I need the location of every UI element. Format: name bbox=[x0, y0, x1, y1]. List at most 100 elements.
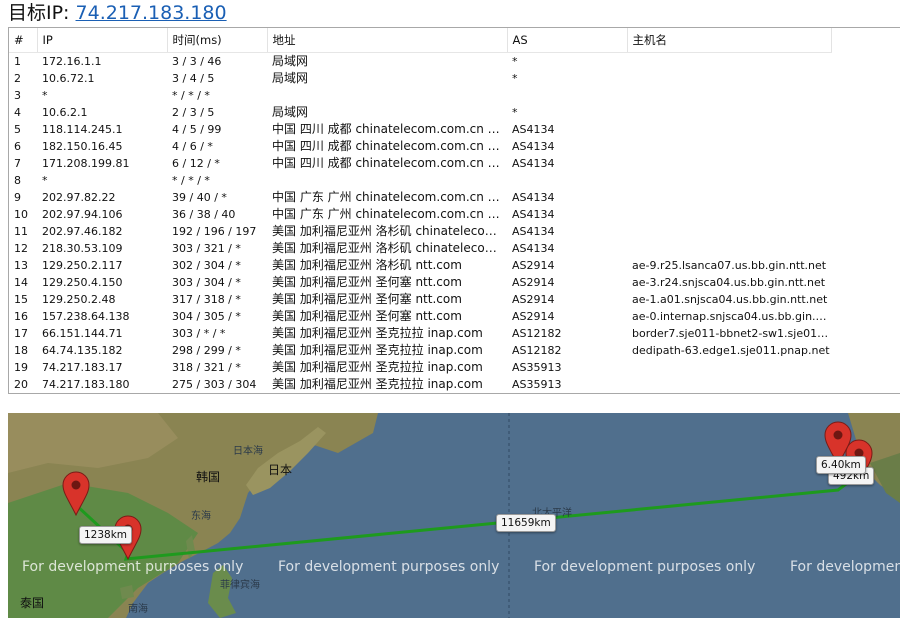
ip-cell: 202.97.82.22 bbox=[42, 191, 116, 204]
address-cell: 美国 加利福尼亚州 圣克拉拉 inap.com bbox=[272, 360, 483, 374]
time-cell: 4 / 5 / 99 bbox=[172, 123, 222, 136]
as-cell: AS4134 bbox=[512, 140, 555, 153]
address-cell: 局域网 bbox=[272, 71, 309, 85]
table-row[interactable]: 20 74.217.183.180 275 / 303 / 304 美国 加利福尼亚州… bbox=[9, 376, 831, 393]
hostname-cell bbox=[627, 359, 831, 376]
traceroute-table: # IP 时间(ms) 地址 AS 主机名 1 172.16.1.1 3 / 3 / 46 局域… bbox=[9, 28, 832, 393]
ip-cell: 64.74.135.182 bbox=[42, 344, 123, 357]
table-row[interactable]: 3 * * / * / * bbox=[9, 87, 831, 104]
as-cell: AS2914 bbox=[512, 276, 555, 289]
time-cell: 2 / 3 / 5 bbox=[172, 106, 215, 119]
hop-cell: 1 bbox=[14, 55, 21, 68]
table-body: 1 172.16.1.1 3 / 3 / 46 局域网 * 2 10.6.72.1 3 / 4… bbox=[9, 53, 831, 394]
table-row[interactable]: 16 157.238.64.138 304 / 305 / * 美国 加利福尼亚州 圣… bbox=[9, 308, 831, 325]
column-header-hostname[interactable]: 主机名 bbox=[627, 28, 832, 53]
table-row[interactable]: 14 129.250.4.150 303 / 304 / * 美国 加利福尼亚州 圣何… bbox=[9, 274, 831, 291]
watermark-2: For development purposes only bbox=[278, 559, 500, 575]
address-cell: 中国 四川 成都 chinatelecom.com.cn 电信 bbox=[272, 122, 507, 136]
time-cell: 275 / 303 / 304 bbox=[172, 378, 257, 391]
address-cell: 美国 加利福尼亚州 圣何塞 ntt.com bbox=[272, 309, 462, 323]
table-row[interactable]: 7 171.208.199.81 6 / 12 / * 中国 四川 成都 chinat… bbox=[9, 155, 831, 172]
ip-cell: 74.217.183.17 bbox=[42, 361, 123, 374]
table-row[interactable]: 1 172.16.1.1 3 / 3 / 46 局域网 * bbox=[9, 53, 831, 71]
table-row[interactable]: 13 129.250.2.117 302 / 304 / * 美国 加利福尼亚州 洛杉… bbox=[9, 257, 831, 274]
ip-cell: 172.16.1.1 bbox=[42, 55, 102, 68]
time-cell: 36 / 38 / 40 bbox=[172, 208, 236, 221]
table-header-row: # IP 时间(ms) 地址 AS 主机名 bbox=[9, 28, 832, 53]
hostname-cell bbox=[627, 172, 831, 189]
table-row[interactable]: 2 10.6.72.1 3 / 4 / 5 局域网 * bbox=[9, 70, 831, 87]
table-row[interactable]: 8 * * / * / * bbox=[9, 172, 831, 189]
hop-cell: 19 bbox=[14, 361, 28, 374]
hostname-cell bbox=[627, 206, 831, 223]
table-row[interactable]: 6 182.150.16.45 4 / 6 / * 中国 四川 成都 chinatel… bbox=[9, 138, 831, 155]
table-row[interactable]: 15 129.250.2.48 317 / 318 / * 美国 加利福尼亚州 圣何塞… bbox=[9, 291, 831, 308]
ip-cell: 182.150.16.45 bbox=[42, 140, 123, 153]
address-cell: 中国 四川 成都 chinatelecom.com.cn 电信 bbox=[272, 139, 507, 153]
target-ip-label: 目标IP: bbox=[8, 2, 70, 24]
column-header-ip[interactable]: IP bbox=[37, 28, 168, 53]
time-cell: 318 / 321 / * bbox=[172, 361, 241, 374]
as-cell: AS12182 bbox=[512, 344, 562, 357]
as-cell: AS2914 bbox=[512, 310, 555, 323]
hostname-cell: ae-9.r25.lsanca07.us.bb.gin.ntt.net bbox=[632, 259, 827, 272]
address-cell bbox=[267, 172, 507, 189]
hop-cell: 18 bbox=[14, 344, 28, 357]
column-header-address[interactable]: 地址 bbox=[267, 28, 508, 53]
address-cell: 美国 加利福尼亚州 圣克拉拉 inap.com bbox=[272, 343, 483, 357]
time-cell: 4 / 6 / * bbox=[172, 140, 213, 153]
column-header-time[interactable]: 时间(ms) bbox=[167, 28, 268, 53]
hostname-cell bbox=[627, 121, 831, 138]
hostname-cell bbox=[627, 53, 831, 71]
ip-cell: * bbox=[42, 174, 48, 187]
as-cell: AS4134 bbox=[512, 208, 555, 221]
address-cell: 美国 加利福尼亚州 洛杉矶 chinatelecom.c... bbox=[272, 241, 507, 255]
map-label-thailand: 泰国 bbox=[20, 596, 45, 610]
table-row[interactable]: 19 74.217.183.17 318 / 321 / * 美国 加利福尼亚州 圣克… bbox=[9, 359, 831, 376]
ip-cell: 129.250.2.117 bbox=[42, 259, 123, 272]
hop-cell: 15 bbox=[14, 293, 28, 306]
table-row[interactable]: 10 202.97.94.106 36 / 38 / 40 中国 广东 广州 chin… bbox=[9, 206, 831, 223]
target-ip-link[interactable]: 74.217.183.180 bbox=[76, 2, 227, 24]
as-cell: * bbox=[512, 72, 518, 85]
column-header-hop[interactable]: # bbox=[9, 28, 38, 53]
table-row[interactable]: 4 10.6.2.1 2 / 3 / 5 局域网 * bbox=[9, 104, 831, 121]
route-map[interactable]: 日本海 韩国 日本 东海 北太平洋 菲律宾海 南海 泰国 For develop… bbox=[8, 413, 900, 618]
address-cell: 美国 加利福尼亚州 洛杉矶 chinatelecom.c... bbox=[272, 224, 507, 238]
hostname-cell bbox=[627, 155, 831, 172]
hostname-cell bbox=[627, 104, 831, 121]
hop-cell: 5 bbox=[14, 123, 21, 136]
ip-cell: 157.238.64.138 bbox=[42, 310, 130, 323]
table-row[interactable]: 5 118.114.245.1 4 / 5 / 99 中国 四川 成都 chinate… bbox=[9, 121, 831, 138]
table-row[interactable]: 12 218.30.53.109 303 / 321 / * 美国 加利福尼亚州 洛杉… bbox=[9, 240, 831, 257]
traceroute-table-panel: # IP 时间(ms) 地址 AS 主机名 1 172.16.1.1 3 / 3 / 46 局域… bbox=[8, 27, 900, 394]
table-row[interactable]: 9 202.97.82.22 39 / 40 / * 中国 广东 广州 chinate… bbox=[9, 189, 831, 206]
time-cell: 303 / 304 / * bbox=[172, 276, 241, 289]
time-cell: 304 / 305 / * bbox=[172, 310, 241, 323]
watermark-3: For development purposes only bbox=[534, 559, 756, 575]
time-cell: 317 / 318 / * bbox=[172, 293, 241, 306]
hop-cell: 8 bbox=[14, 174, 21, 187]
as-cell: * bbox=[512, 55, 518, 68]
table-row[interactable]: 18 64.74.135.182 298 / 299 / * 美国 加利福尼亚州 圣克… bbox=[9, 342, 831, 359]
time-cell: 39 / 40 / * bbox=[172, 191, 227, 204]
as-cell: AS4134 bbox=[512, 123, 555, 136]
table-row[interactable]: 17 66.151.144.71 303 / * / * 美国 加利福尼亚州 圣克拉拉… bbox=[9, 325, 831, 342]
hop-cell: 13 bbox=[14, 259, 28, 272]
hostname-cell bbox=[627, 70, 831, 87]
hop-cell: 11 bbox=[14, 225, 28, 238]
as-cell: AS35913 bbox=[512, 361, 562, 374]
address-cell: 美国 加利福尼亚州 洛杉矶 ntt.com bbox=[272, 258, 462, 272]
time-cell: * / * / * bbox=[172, 89, 210, 102]
column-header-as[interactable]: AS bbox=[507, 28, 628, 53]
address-cell: 局域网 bbox=[272, 54, 309, 68]
ip-cell: 118.114.245.1 bbox=[42, 123, 123, 136]
map-canvas bbox=[8, 413, 900, 618]
address-cell: 中国 四川 成都 chinatelecom.com.cn 电信 bbox=[272, 156, 507, 170]
address-cell: 美国 加利福尼亚州 圣克拉拉 inap.com bbox=[272, 377, 483, 391]
as-cell: * bbox=[512, 106, 518, 119]
map-label-philippine-sea: 菲律宾海 bbox=[220, 580, 260, 591]
target-ip-heading: 目标IP: 74.217.183.180 bbox=[8, 1, 227, 25]
address-cell: 美国 加利福尼亚州 圣何塞 ntt.com bbox=[272, 292, 462, 306]
table-row[interactable]: 11 202.97.46.182 192 / 196 / 197 美国 加利福尼亚州 … bbox=[9, 223, 831, 240]
